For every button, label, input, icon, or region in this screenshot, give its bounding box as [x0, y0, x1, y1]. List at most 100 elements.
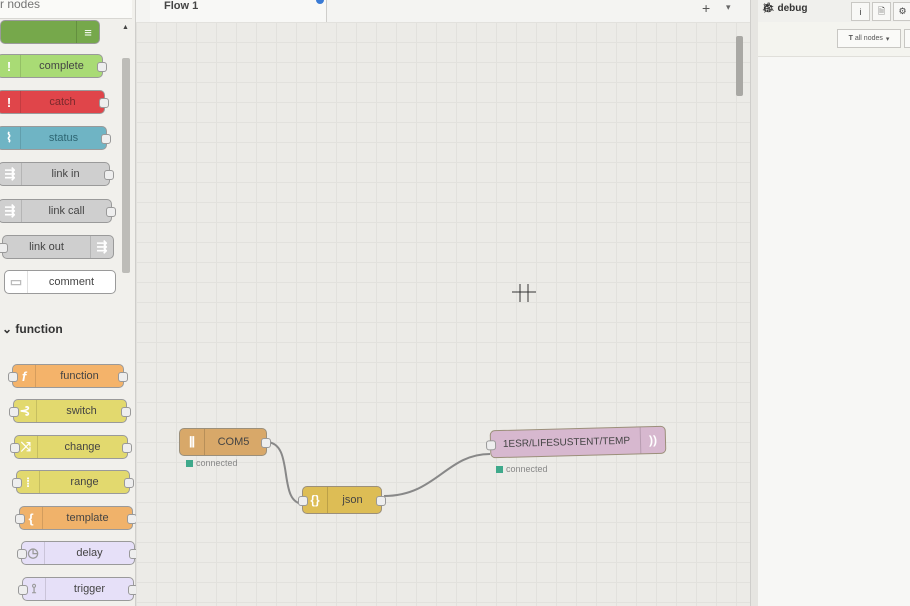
palette-node-label: range — [70, 476, 99, 488]
input-port[interactable] — [298, 496, 308, 506]
tab-flow-1[interactable]: Flow 1 — [150, 0, 327, 22]
chevron-down-icon: ▾ — [885, 35, 890, 43]
palette-node-template[interactable]: { template — [15, 506, 137, 530]
pulse-icon: ⌇ — [0, 127, 21, 149]
palette-node-link-out[interactable]: link out ⇶ — [0, 235, 114, 259]
workspace-tabbar: Flow 1 + ▾ — [136, 0, 750, 23]
link-icon: ⇶ — [0, 163, 22, 185]
comment-icon: ▭ — [5, 271, 28, 293]
flow-workspace[interactable]: ⫼ COM5 connected {} json 1ESR/LIFESUSTEN… — [136, 22, 750, 606]
wire-serial-json[interactable] — [265, 441, 305, 505]
add-flow-button[interactable]: + — [702, 0, 710, 16]
filter-icon: T — [848, 35, 853, 42]
palette-scrollbar[interactable]: ▲ — [121, 22, 131, 602]
palette-filter-input[interactable] — [0, 0, 110, 11]
tab-label: Flow 1 — [164, 0, 199, 12]
palette-node-label: link out — [29, 241, 64, 253]
palette-node-link-in[interactable]: ⇶ link in — [0, 162, 114, 186]
palette-node-label: status — [48, 132, 79, 144]
output-port[interactable] — [261, 438, 271, 448]
palette-node-label: change — [64, 441, 101, 453]
status-text: connected — [506, 464, 548, 474]
chevron-down-icon: ⌄ — [2, 322, 16, 336]
palette-node-label: function — [60, 370, 99, 382]
palette-node-label: template — [66, 512, 109, 524]
palette-node-label: link in — [51, 168, 80, 180]
serial-status: connected — [186, 458, 238, 468]
category-function-header[interactable]: ⌄ function — [2, 322, 63, 336]
output-port[interactable] — [106, 207, 116, 217]
flow-node-serial-in[interactable]: ⫼ COM5 — [179, 428, 271, 456]
palette-node-status[interactable]: ⌇ status — [0, 126, 111, 150]
palette-node-common[interactable]: ≡ — [0, 20, 100, 44]
output-port[interactable] — [104, 170, 114, 180]
palette-node-range[interactable]: ⁞ range — [12, 470, 134, 494]
palette-node-label: link call — [48, 205, 85, 217]
workspace-scrollbar[interactable] — [735, 36, 744, 606]
wires-layer — [265, 284, 536, 505]
gear-icon: ⚙ — [898, 6, 907, 16]
output-port[interactable] — [99, 98, 109, 108]
debug-toolbar: T all nodes ▾ — [758, 22, 910, 57]
flow-node-json[interactable]: {} json — [298, 486, 386, 514]
help-button[interactable]: 🗎 — [872, 2, 891, 21]
flow-node-label: json — [342, 494, 363, 506]
output-port[interactable] — [101, 134, 111, 144]
input-port[interactable] — [10, 443, 20, 453]
link-icon: ⇶ — [0, 200, 22, 222]
tab-debug[interactable]: 🐞︎ debug — [762, 3, 807, 14]
flow-node-label: 1ESR/LIFESUSTENT/TEMP — [502, 435, 631, 450]
status-dot-icon — [186, 459, 193, 467]
scroll-up-icon[interactable]: ▲ — [122, 24, 129, 31]
input-port[interactable] — [15, 514, 25, 524]
debug-message-list[interactable] — [758, 57, 910, 606]
debug-filter-button[interactable]: T all nodes ▾ — [837, 29, 901, 48]
palette-filter[interactable] — [0, 0, 132, 19]
palette-node-link-call[interactable]: ⇶ link call — [0, 199, 116, 223]
palette-node-switch[interactable]: ⊰ switch — [9, 399, 131, 423]
input-port[interactable] — [18, 585, 28, 595]
palette-node-catch[interactable]: ! catch — [0, 90, 109, 114]
info-button[interactable]: i — [851, 2, 870, 21]
palette-node-trigger[interactable]: ⟟ trigger — [18, 577, 138, 601]
palette-node-comment[interactable]: ▭ comment — [4, 270, 116, 294]
flow-node-label: COM5 — [217, 436, 250, 448]
book-icon: 🗎 — [877, 5, 886, 16]
palette-node-label: trigger — [73, 583, 106, 595]
palette-node-complete[interactable]: ! complete — [0, 54, 107, 78]
info-icon: i — [859, 6, 862, 17]
sidebar-tabbar: 🐞︎ debug i 🗎 ⚙ — [758, 0, 910, 23]
flow-node-mqtt-out[interactable]: 1ESR/LIFESUSTENT/TEMP )) — [485, 425, 667, 459]
status-text: connected — [196, 458, 238, 468]
palette: ≡ ! complete ! catch ⌇ status ⇶ link in … — [0, 0, 139, 606]
clear-debug-button[interactable] — [904, 29, 910, 48]
input-port[interactable] — [0, 243, 8, 253]
cursor-crosshair-icon — [512, 284, 536, 302]
exclamation-icon: ! — [0, 55, 21, 77]
tab-list-menu-button[interactable]: ▾ — [726, 2, 731, 13]
palette-scroll-thumb[interactable] — [122, 58, 130, 273]
palette-node-delay[interactable]: ◷ delay — [17, 541, 139, 565]
palette-node-label: catch — [49, 96, 76, 108]
input-port[interactable] — [485, 440, 497, 451]
palette-node-label: comment — [48, 276, 95, 288]
serial-port-icon: ⫼ — [180, 429, 205, 455]
filter-label: all nodes — [854, 35, 883, 42]
input-port[interactable] — [12, 478, 22, 488]
list-icon: ≡ — [76, 21, 99, 43]
palette-node-change[interactable]: ⤨ change — [10, 435, 132, 459]
output-port[interactable] — [376, 496, 386, 506]
palette-node-function[interactable]: f function — [8, 364, 128, 388]
output-port[interactable] — [97, 62, 107, 72]
input-port[interactable] — [17, 549, 27, 559]
tab-label: debug — [777, 3, 808, 14]
exclamation-icon: ! — [0, 91, 21, 113]
config-button[interactable]: ⚙ — [893, 2, 910, 21]
wire-json-mqtt[interactable] — [383, 453, 491, 497]
category-label: function — [15, 322, 63, 336]
input-port[interactable] — [9, 407, 19, 417]
input-port[interactable] — [8, 372, 18, 382]
workspace-scroll-thumb[interactable] — [736, 36, 743, 96]
bug-icon: 🐞︎ — [762, 3, 778, 14]
mqtt-broadcast-icon: )) — [639, 426, 666, 454]
